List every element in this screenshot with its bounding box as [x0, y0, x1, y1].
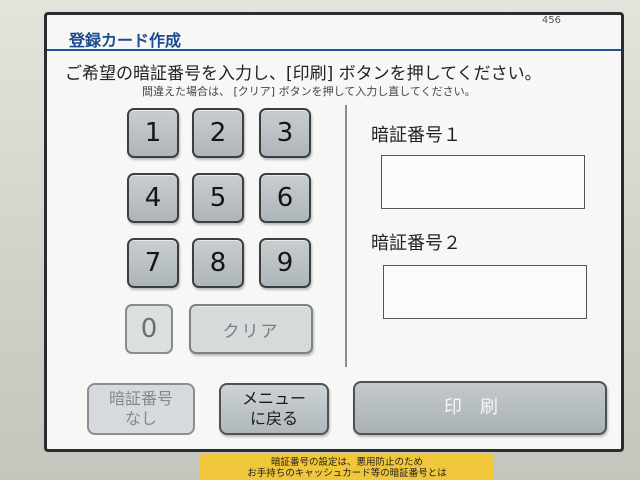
key-9[interactable]: 9: [259, 238, 311, 288]
key-1[interactable]: 1: [127, 108, 179, 158]
sticker-line-2: お手持ちのキャッシュカード等の暗証番号とは: [247, 468, 447, 479]
key-3[interactable]: 3: [259, 108, 311, 158]
key-5[interactable]: 5: [192, 173, 244, 223]
title-bar: 登録カード作成: [47, 23, 621, 51]
instruction-text: ご希望の暗証番号を入力し、[印刷] ボタンを押してください。: [65, 64, 542, 84]
screen-id: 456: [541, 15, 561, 26]
pin2-field[interactable]: [383, 265, 587, 319]
clear-hint-text: 間違えた場合は、 [クリア] ボタンを押して入力し直してください。: [142, 85, 476, 98]
key-8[interactable]: 8: [192, 238, 244, 288]
no-pin-button[interactable]: 暗証番号 なし: [87, 383, 195, 435]
pin1-field[interactable]: [381, 155, 585, 209]
pin2-label: 暗証番号２: [371, 233, 461, 254]
panel-divider: [345, 105, 347, 367]
key-7[interactable]: 7: [127, 238, 179, 288]
sticker-line-1: 暗証番号の設定は、悪用防止のため: [270, 457, 423, 468]
touch-screen: 登録カード作成 456 ご希望の暗証番号を入力し、[印刷] ボタンを押してくださ…: [44, 12, 624, 452]
page-title: 登録カード作成: [69, 31, 182, 50]
key-4[interactable]: 4: [127, 173, 179, 223]
key-2[interactable]: 2: [192, 108, 244, 158]
clear-button[interactable]: クリア: [189, 304, 313, 354]
warning-sticker: 暗証番号の設定は、悪用防止のため お手持ちのキャッシュカード等の暗証番号とは: [200, 454, 494, 480]
back-to-menu-button[interactable]: メニュー に戻る: [219, 383, 329, 435]
key-6[interactable]: 6: [259, 173, 311, 223]
key-0[interactable]: 0: [125, 304, 173, 354]
print-button[interactable]: 印刷: [353, 381, 607, 435]
pin1-label: 暗証番号１: [371, 125, 461, 146]
